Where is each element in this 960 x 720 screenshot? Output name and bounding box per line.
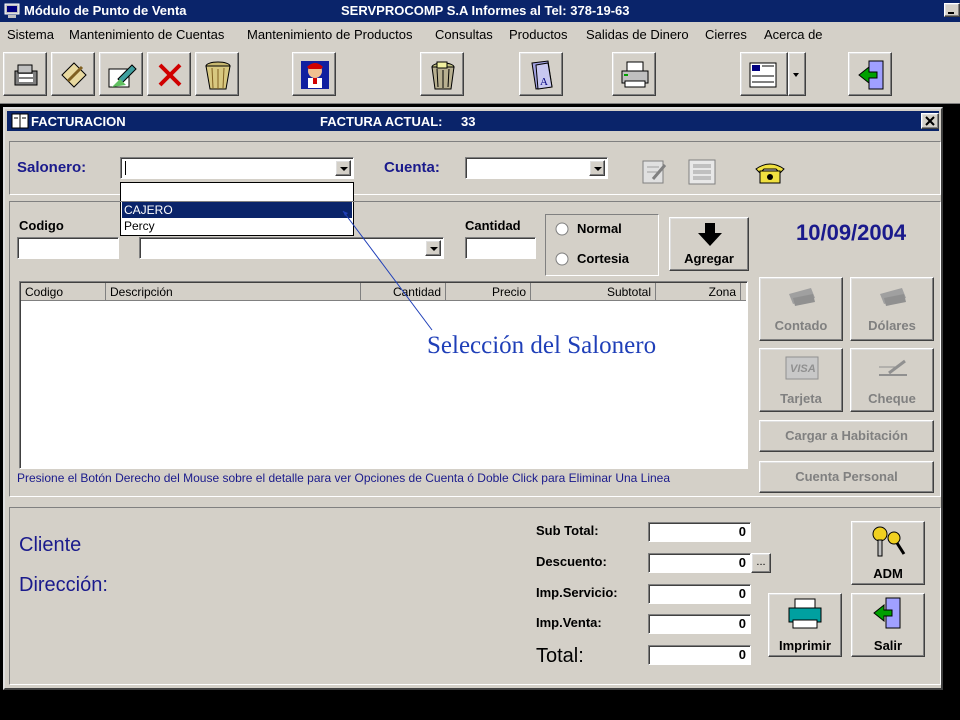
annotation-pointer <box>342 210 433 331</box>
annotation-label: Selección del Salonero <box>427 332 657 359</box>
